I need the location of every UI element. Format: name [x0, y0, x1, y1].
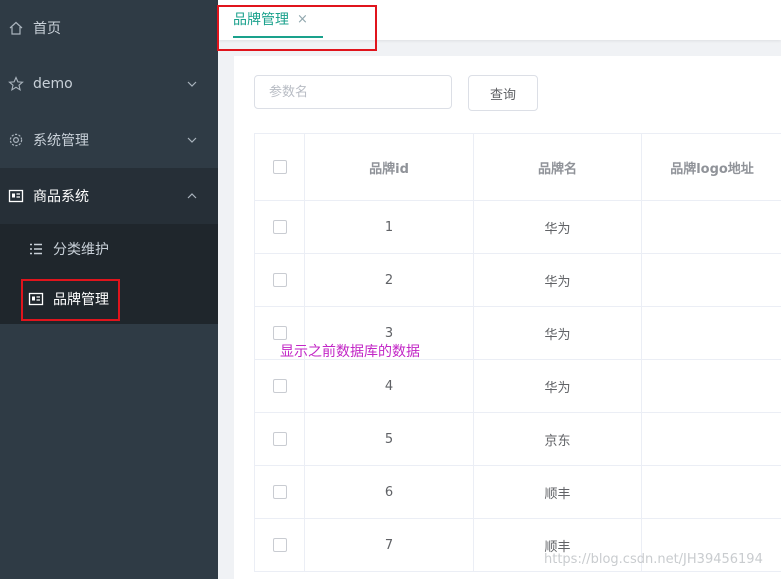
cell-id: 6	[305, 466, 474, 518]
select-all-checkbox[interactable]	[272, 160, 287, 174]
cell-logo	[642, 466, 781, 518]
search-input[interactable]	[254, 75, 452, 109]
table-row[interactable]: 4 华为	[255, 360, 781, 413]
cell-id: 4	[305, 360, 474, 412]
table-row[interactable]: 6 顺丰	[255, 466, 781, 519]
row-checkbox-cell	[255, 254, 305, 306]
sidebar-item-label: 首页	[33, 21, 61, 37]
column-header-logo[interactable]: 品牌logo地址	[642, 134, 781, 200]
cell-id: 2	[305, 254, 474, 306]
cell-name: 华为	[474, 201, 642, 253]
sidebar-item-system[interactable]: 系统管理	[0, 112, 218, 168]
main-area: 品牌管理 × 查询 品牌id 品牌名 品牌logo地址 1 华为 2	[218, 0, 781, 579]
chevron-down-icon	[187, 137, 197, 143]
row-checkbox[interactable]	[272, 326, 287, 340]
table-row[interactable]: 5 京东	[255, 413, 781, 466]
sidebar-item-home[interactable]: 首页	[0, 0, 218, 56]
cell-id: 1	[305, 201, 474, 253]
table-row[interactable]: 1 华为	[255, 201, 781, 254]
row-checkbox[interactable]	[272, 379, 287, 393]
cell-logo	[642, 254, 781, 306]
table-row[interactable]: 2 华为	[255, 254, 781, 307]
table-header-row: 品牌id 品牌名 品牌logo地址	[255, 134, 781, 201]
row-checkbox-cell	[255, 360, 305, 412]
cell-name: 华为	[474, 360, 642, 412]
sidebar-item-goods[interactable]: 商品系统	[0, 168, 218, 224]
row-checkbox-cell	[255, 201, 305, 253]
row-checkbox-cell	[255, 413, 305, 465]
goods-icon	[8, 189, 24, 203]
column-header-id[interactable]: 品牌id	[305, 134, 474, 200]
cell-logo	[642, 360, 781, 412]
cell-name: 华为	[474, 254, 642, 306]
chevron-up-icon	[187, 193, 197, 199]
row-checkbox[interactable]	[272, 273, 287, 287]
cell-logo	[642, 307, 781, 359]
cell-logo	[642, 201, 781, 253]
row-checkbox[interactable]	[272, 485, 287, 499]
cell-id: 7	[305, 519, 474, 571]
sidebar-item-category[interactable]: 分类维护	[0, 224, 218, 274]
sidebar-item-label: 商品系统	[33, 189, 89, 205]
cell-name: 华为	[474, 307, 642, 359]
home-icon	[9, 21, 23, 35]
content-panel: 查询 品牌id 品牌名 品牌logo地址 1 华为 2 华为	[234, 56, 781, 579]
highlight-box-sidebar	[21, 279, 120, 321]
cell-name: 顺丰	[474, 466, 642, 518]
row-checkbox[interactable]	[272, 538, 287, 552]
query-button[interactable]: 查询	[468, 75, 538, 111]
cell-id: 5	[305, 413, 474, 465]
row-checkbox-cell	[255, 466, 305, 518]
row-checkbox-cell	[255, 519, 305, 571]
sidebar-item-label: 系统管理	[33, 133, 89, 149]
star-icon	[8, 76, 24, 91]
list-icon	[30, 243, 42, 255]
row-checkbox[interactable]	[272, 432, 287, 446]
sidebar-item-label: 分类维护	[53, 242, 109, 258]
row-checkbox[interactable]	[272, 220, 287, 234]
watermark: https://blog.csdn.net/JH39456194	[544, 552, 763, 567]
cell-name: 京东	[474, 413, 642, 465]
sidebar-item-label: demo	[33, 76, 73, 92]
chevron-down-icon	[187, 81, 197, 87]
select-all-cell	[255, 134, 305, 200]
gear-icon	[9, 133, 23, 147]
highlight-box-tab	[217, 5, 377, 51]
column-header-name[interactable]: 品牌名	[474, 134, 642, 200]
annotation-text: 显示之前数据库的数据	[280, 344, 420, 360]
sidebar-item-demo[interactable]: demo	[0, 56, 218, 112]
cell-logo	[642, 413, 781, 465]
